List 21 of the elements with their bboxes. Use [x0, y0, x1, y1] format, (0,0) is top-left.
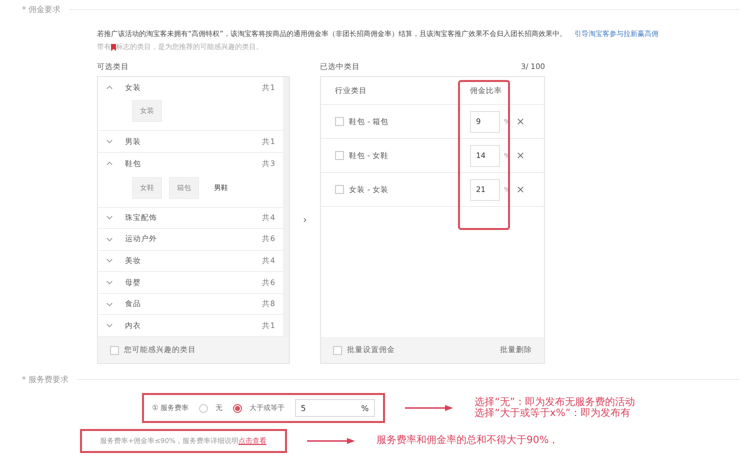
section-label: * 佣金要求	[22, 4, 61, 15]
caret-icon[interactable]	[106, 214, 113, 222]
close-icon[interactable]	[517, 152, 524, 159]
annotation-text: 服务费率和佣金率的总和不得大于90%，	[376, 435, 559, 447]
annotation-text: 选择“无”：即为发布无服务费的活动 选择“大于或等于x%”：即为发布有	[474, 396, 636, 420]
close-icon[interactable]	[517, 186, 524, 193]
arrow-icon	[306, 437, 356, 445]
arrow-icon	[404, 404, 455, 412]
caret-icon[interactable]	[106, 84, 113, 92]
flag-icon	[111, 44, 116, 51]
transfer-arrow[interactable]: ›	[303, 214, 307, 226]
caret-icon[interactable]	[106, 236, 113, 243]
caret-icon[interactable]	[106, 257, 113, 264]
service-rate-field[interactable]: 5 %	[294, 399, 375, 417]
caret-icon[interactable]	[106, 138, 113, 146]
caret-icon[interactable]	[106, 322, 113, 330]
caret-icon[interactable]	[106, 160, 113, 168]
section-label: * 服务费要求	[22, 374, 69, 385]
close-icon[interactable]	[517, 118, 524, 125]
caret-icon[interactable]	[106, 279, 113, 286]
caret-icon[interactable]	[106, 300, 113, 308]
